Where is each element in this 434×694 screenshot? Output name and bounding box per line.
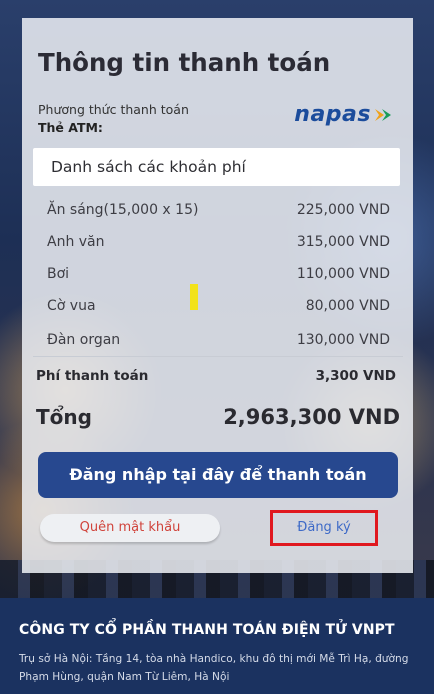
fee-amount: 225,000 VND <box>296 202 390 218</box>
register-button[interactable]: Đăng ký <box>270 510 378 546</box>
fee-name: Anh văn <box>47 234 105 250</box>
scroll-indicator <box>190 284 198 310</box>
napas-logo: napas <box>294 102 393 127</box>
fee-amount: 130,000 VND <box>296 332 390 348</box>
total-label: Tổng <box>36 405 92 429</box>
fee-list-header: Danh sách các khoản phí <box>33 148 400 186</box>
payment-fee-value: 3,300 VND <box>315 368 396 384</box>
total-value: 2,963,300 VND <box>223 405 400 429</box>
fee-row: Bơi 110,000 VND <box>33 258 400 290</box>
fee-list[interactable]: Ăn sáng(15,000 x 15) 225,000 VND Anh văn… <box>33 194 400 356</box>
page-title: Thông tin thanh toán <box>38 48 331 77</box>
fee-amount: 80,000 VND <box>305 298 390 314</box>
forgot-password-button[interactable]: Quên mật khẩu <box>40 514 220 542</box>
fee-amount: 110,000 VND <box>296 266 390 282</box>
payment-method-value: Thẻ ATM: <box>38 120 103 135</box>
napas-mark-icon <box>375 108 391 121</box>
payment-card: Thông tin thanh toán Phương thức thanh t… <box>22 18 413 573</box>
fee-name: Cờ vua <box>47 298 96 314</box>
napas-logo-text: napas <box>294 102 371 127</box>
fee-row: Anh văn 315,000 VND <box>33 226 400 258</box>
fee-row: Đàn organ 130,000 VND <box>33 322 400 354</box>
footer: CÔNG TY CỔ PHẦN THANH TOÁN ĐIỆN TỬ VNPT … <box>0 598 434 694</box>
fee-name: Ăn sáng(15,000 x 15) <box>47 202 199 218</box>
fee-amount: 315,000 VND <box>296 234 390 250</box>
footer-company-name: CÔNG TY CỔ PHẦN THANH TOÁN ĐIỆN TỬ VNPT <box>19 622 395 638</box>
payment-fee-label: Phí thanh toán <box>36 368 149 384</box>
fee-row: Ăn sáng(15,000 x 15) 225,000 VND <box>33 194 400 226</box>
payment-fee-row: Phí thanh toán 3,300 VND <box>36 368 396 384</box>
fee-name: Đàn organ <box>47 332 121 348</box>
payment-method-label: Phương thức thanh toán <box>38 102 189 117</box>
fee-row: Cờ vua 80,000 VND <box>33 290 400 322</box>
footer-address: Trụ sở Hà Nội: Tầng 14, tòa nhà Handico,… <box>19 653 409 683</box>
login-to-pay-button[interactable]: Đăng nhập tại đây để thanh toán <box>38 452 398 498</box>
fee-name: Bơi <box>47 266 70 282</box>
divider <box>33 356 403 357</box>
total-row: Tổng 2,963,300 VND <box>36 405 400 429</box>
